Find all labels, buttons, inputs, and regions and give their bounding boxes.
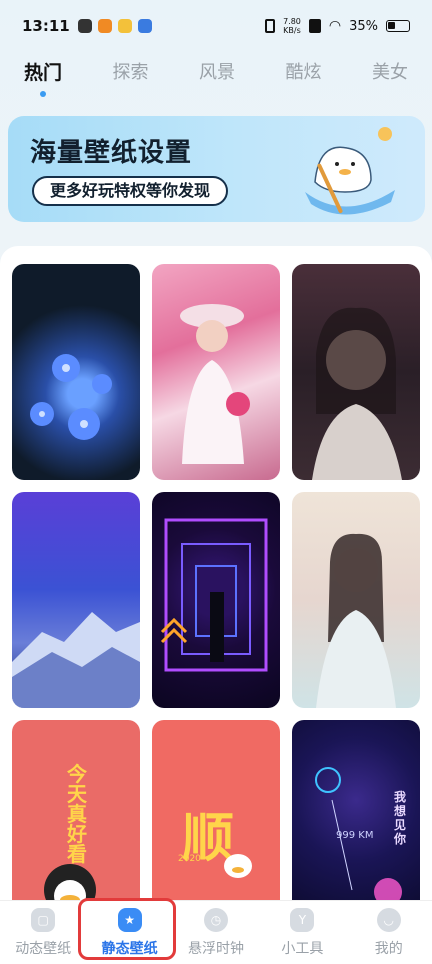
flower-art (315, 767, 402, 906)
status-time: 13:11 (22, 17, 70, 35)
app-notification-icon (117, 19, 132, 33)
portrait-art (316, 533, 396, 708)
app-notification-icon (77, 19, 92, 33)
status-bar: 13:11 7.80 KB/s ◠ 35% (0, 0, 432, 52)
portrait-art (180, 304, 250, 464)
tab-hot[interactable]: 热门 (24, 58, 62, 97)
wallpaper-thumb-blue-flowers[interactable] (12, 264, 140, 480)
nav-label: 小工具 (281, 940, 324, 957)
ghost-boat-illustration (305, 127, 395, 215)
neon-art (160, 518, 268, 672)
wallpaper-thumb-hanfu-girl[interactable] (292, 492, 420, 708)
weibo-icon (97, 19, 112, 33)
network-speed: 7.80 KB/s (283, 17, 301, 35)
notification-icons (77, 19, 152, 33)
tab-beauty[interactable]: 美女 (372, 58, 408, 90)
smile-icon: ◡ (376, 907, 401, 932)
tab-explore[interactable]: 探索 (113, 58, 149, 90)
vibrate-icon (265, 19, 276, 33)
tab-scenery[interactable]: 风景 (199, 58, 235, 90)
sim-icon (308, 19, 321, 33)
tab-cool[interactable]: 酷炫 (285, 58, 321, 90)
nav-widgets[interactable]: Y 小工具 (259, 907, 345, 958)
nav-dynamic-wallpaper[interactable]: ▢ 动态壁纸 (0, 907, 86, 958)
banner-title: 海量壁纸设置 (30, 138, 193, 168)
duck-art (224, 854, 252, 878)
nav-label: 悬浮时钟 (187, 940, 244, 957)
wallpaper-list: 今天真好看 顺 2020 我想见你 999 KM (0, 246, 432, 906)
speed-value: 7.80 (283, 17, 301, 26)
category-tabs: 热门 探索 风景 酷炫 美女 (0, 52, 432, 97)
mountain-art (12, 612, 140, 708)
clock-icon: ◷ (203, 907, 228, 932)
nav-floating-clock[interactable]: ◷ 悬浮时钟 (173, 907, 259, 958)
battery-icon (386, 20, 410, 32)
nav-label: 动态壁纸 (15, 940, 72, 957)
wallpaper-thumb-shun[interactable]: 顺 2020 (152, 720, 280, 906)
wallpaper-thumb-today-good-looking[interactable]: 今天真好看 (12, 720, 140, 906)
wallpaper-thumb-want-to-see-you[interactable]: 我想见你 999 KM (292, 720, 420, 906)
duck-art (44, 864, 96, 906)
nav-label: 我的 (374, 940, 403, 957)
wallpaper-thumb-girl-portrait[interactable] (292, 264, 420, 480)
selection-highlight-box (78, 898, 176, 960)
flower-art (30, 354, 112, 440)
wallpaper-thumb-snow-mountain[interactable] (12, 492, 140, 708)
banner-button[interactable]: 更多好玩特权等你发现 (32, 176, 229, 206)
promo-banner[interactable]: 海量壁纸设置 更多好玩特权等你发现 (8, 116, 425, 222)
wallpaper-grid: 今天真好看 顺 2020 我想见你 999 KM (12, 264, 420, 906)
bottom-navigation: ▢ 动态壁纸 ★ 静态壁纸 ◷ 悬浮时钟 Y 小工具 ◡ 我的 (0, 900, 432, 964)
wallpaper-thumb-girl-flowers[interactable] (152, 264, 280, 480)
nav-mine[interactable]: ◡ 我的 (346, 907, 432, 958)
tool-icon: Y (290, 907, 315, 932)
status-right: 7.80 KB/s ◠ 35% (265, 17, 410, 35)
battery-percent: 35% (349, 18, 378, 34)
wifi-icon: ◠ (328, 18, 342, 34)
wallpaper-thumb-neon-corridor[interactable] (152, 492, 280, 708)
app-notification-icon (137, 19, 152, 33)
lock-icon: ▢ (31, 907, 56, 932)
portrait-art (312, 307, 402, 480)
speed-unit: KB/s (283, 26, 301, 35)
